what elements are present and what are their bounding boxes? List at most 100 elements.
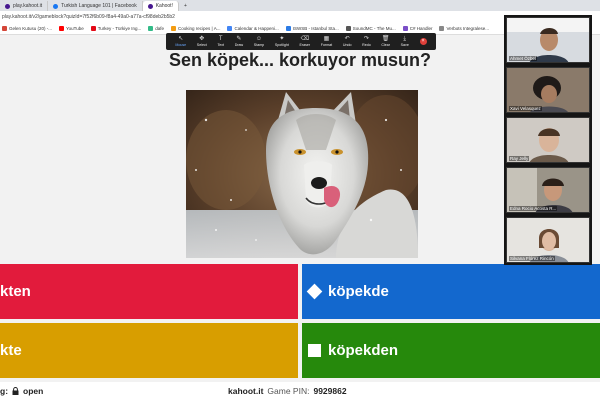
tool-label: Text (217, 43, 225, 47)
bookmark-item[interactable]: C# Handler (402, 26, 433, 31)
answer-option-blue[interactable]: köpekde (302, 264, 600, 319)
answer-option-red[interactable]: kten (0, 264, 298, 319)
answer-label: köpekden (328, 342, 399, 359)
facebook-favicon-icon (53, 3, 59, 9)
bookmark-item[interactable]: YouTube (59, 26, 84, 31)
bookmark-label: Cooking recipes | A... (178, 26, 221, 31)
site-name: kahoot.it (228, 386, 264, 396)
kahoot-favicon-icon (5, 3, 10, 9)
lock-icon (12, 387, 19, 395)
bookmark-item[interactable]: Cooking recipes | A... (171, 26, 220, 31)
bookmark-favicon-icon (402, 26, 408, 31)
spotlight-tool-button[interactable]: ✦ Spotlight (275, 36, 289, 47)
bookmark-favicon-icon (227, 26, 233, 31)
close-annotation-button[interactable]: × (419, 38, 427, 45)
square-icon (308, 344, 321, 357)
undo-tool-button[interactable]: ↶ Undo (343, 36, 352, 47)
pin-value: 9929862 (313, 386, 347, 396)
text-icon: T (218, 36, 223, 42)
participant-video-tile[interactable]: Xavi Velasquez (506, 67, 590, 113)
bookmark-favicon-icon (285, 26, 291, 31)
bookmark-favicon-icon (148, 26, 154, 31)
stamp-icon: ☺ (255, 36, 263, 42)
bookmark-item[interactable]: Calendar & Happeni... (227, 26, 279, 31)
video-participants-panel: Ahmet Özbel Xavi Velasquez Ray Jelly Edn… (504, 15, 592, 265)
eraser-icon: ⌫ (300, 36, 310, 42)
undo-icon: ↶ (344, 36, 350, 42)
question-image (186, 90, 418, 258)
bookmark-label: Verbots Integralese... (446, 26, 489, 31)
mouse-tool-button[interactable]: ↖ Mouse (175, 36, 186, 47)
tool-label: Eraser (299, 43, 311, 47)
tab-label: Turkish Language 101 | Facebook (61, 3, 137, 9)
bookmark-item[interactable]: Verbots Integralese... (439, 26, 489, 31)
redo-tool-button[interactable]: ↷ Redo (362, 36, 371, 47)
answer-option-yellow[interactable]: kte (0, 323, 298, 378)
tool-label: Select (196, 43, 207, 47)
browser-tab-1[interactable]: play.kahoot.it (0, 1, 49, 11)
new-tab-button[interactable]: + (179, 1, 192, 11)
participant-name: Edna Rocio Acosta R... (509, 206, 558, 211)
bookmark-label: SoundMC - The Mu... (352, 26, 396, 31)
participant-name: Silvana Flórez Rincón (509, 256, 555, 261)
participant-video-tile[interactable]: Ray Jelly (506, 117, 590, 163)
answer-label: köpekde (328, 283, 389, 300)
zoom-annotation-toolbar: ↖ Mouse ✥ Select T Text ✎ Draw ☺ Stamp ✦ Spotl… (166, 33, 436, 50)
stamp-tool-button[interactable]: ☺ Stamp (254, 36, 264, 47)
answer-grid: kten köpekde kte köpekden (0, 264, 600, 378)
participant-video-tile[interactable]: Silvana Flórez Rincón (506, 217, 590, 263)
bookmark-favicon-icon (2, 26, 7, 31)
bookmark-label: dafe (155, 26, 164, 31)
draw-tool-button[interactable]: ✎ Draw (235, 36, 243, 47)
browser-tab-strip: play.kahoot.it Turkish Language 101 | Fa… (0, 0, 600, 11)
answer-option-green[interactable]: köpekden (302, 323, 600, 378)
participant-name: Ahmet Özbel (509, 56, 538, 61)
redo-icon: ↷ (363, 36, 369, 42)
game-pin-info: kahoot.it Game PIN: 9929862 (228, 386, 347, 396)
participant-name: Xavi Velasquez (509, 106, 542, 111)
tool-label: Format (320, 43, 333, 47)
lock-prefix: g: (0, 386, 9, 396)
youtube-icon (59, 26, 65, 31)
bookmark-item[interactable]: dafe (148, 26, 164, 31)
format-icon: ▦ (323, 36, 330, 42)
tool-label: Stamp (253, 43, 265, 47)
bookmark-label: YouTube (66, 26, 84, 31)
move-icon: ✥ (199, 36, 205, 42)
close-icon: × (421, 38, 425, 44)
participant-name: Ray Jelly (509, 156, 530, 161)
tool-label: Undo (342, 43, 352, 47)
plus-icon: + (183, 3, 187, 9)
save-icon: ⤓ (403, 36, 407, 42)
eraser-tool-button[interactable]: ⌫ Eraser (300, 36, 311, 47)
game-footer: g: open kahoot.it Game PIN: 9929862 (0, 382, 600, 400)
format-tool-button[interactable]: ▦ Format (321, 36, 332, 47)
tool-label: Redo (362, 43, 371, 47)
answer-label: kten (0, 283, 31, 300)
bookmark-item[interactable]: SoundMC - The Mu... (345, 26, 396, 31)
tab-label: play.kahoot.it (13, 3, 43, 9)
bookmark-label: C# Handler (409, 26, 433, 31)
lock-status[interactable]: g: open (0, 386, 43, 396)
answer-label: kte (0, 342, 22, 359)
bookmark-label: ISWSB - Istanbul Sta... (292, 26, 339, 31)
tool-label: Draw (234, 43, 244, 47)
save-tool-button[interactable]: ⤓ Save (401, 36, 409, 47)
bookmark-item[interactable]: Gelen Kutusu (20) -... (2, 26, 52, 31)
browser-tab-2[interactable]: Turkish Language 101 | Facebook (48, 1, 143, 11)
browser-tab-3[interactable]: Kahoot! (142, 1, 179, 11)
clear-tool-button[interactable]: 🗑 Clear (381, 36, 390, 47)
bookmark-favicon-icon (345, 26, 351, 31)
tool-label: Save (400, 43, 409, 47)
text-tool-button[interactable]: T Text (217, 36, 224, 47)
lock-status-text: open (23, 386, 44, 396)
bookmark-favicon-icon (439, 26, 445, 31)
bookmark-item[interactable]: Turkey - Türkiye Ing... (90, 26, 141, 31)
select-tool-button[interactable]: ✥ Select (197, 36, 207, 47)
bookmark-item[interactable]: ISWSB - Istanbul Sta... (285, 26, 339, 31)
participant-video-tile[interactable]: Edna Rocio Acosta R... (506, 167, 590, 213)
participant-video-tile[interactable]: Ahmet Özbel (506, 17, 590, 63)
url-text: play.kahoot.it/v2/gameblock?quizId=7f52f… (2, 14, 175, 20)
bookmark-favicon-icon (171, 26, 176, 31)
spotlight-icon: ✦ (279, 36, 285, 42)
